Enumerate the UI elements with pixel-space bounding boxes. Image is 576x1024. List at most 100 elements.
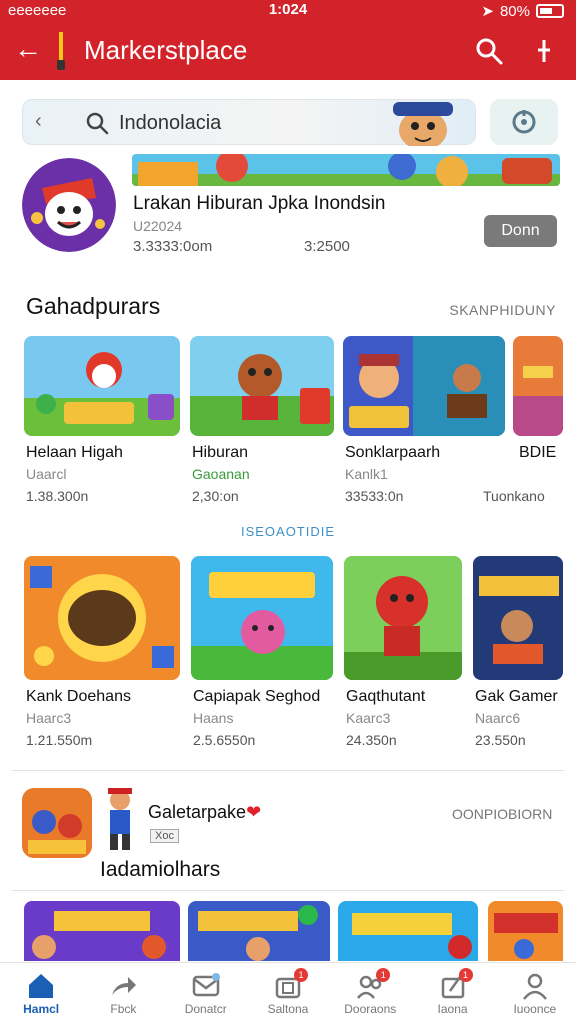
featured-banner[interactable] <box>132 154 560 186</box>
app-thumbnail <box>24 336 180 436</box>
nav-feed[interactable]: Fbck <box>82 963 164 1024</box>
app-thumbnail <box>338 901 478 961</box>
logo-icon <box>57 32 65 70</box>
section-see-all-link[interactable]: SKANPHIDUNY <box>449 302 556 318</box>
app-size: 1.21.550m <box>26 732 93 748</box>
app-category: Kaarc3 <box>346 710 391 726</box>
app-thumbnail <box>190 336 334 436</box>
app-thumbnail <box>191 556 333 680</box>
app-card[interactable] <box>338 901 478 961</box>
app-thumbnail <box>24 901 180 961</box>
app-thumbnail <box>188 901 330 961</box>
app-thumbnail <box>343 336 505 436</box>
location-icon: ➤ <box>481 3 494 20</box>
app-card[interactable] <box>488 901 563 961</box>
app-name: Helaan Higah <box>26 444 123 461</box>
promo-title: Galetarpake❤ <box>148 802 261 823</box>
divider <box>12 890 564 891</box>
settings-icon <box>512 110 536 134</box>
nav-wallet[interactable]: 1 Saltona <box>247 963 329 1024</box>
app-thumbnail <box>344 556 462 680</box>
heart-icon: ❤ <box>246 802 262 822</box>
app-bar: ← Markerstplace <box>0 22 576 80</box>
battery-icon <box>536 4 564 18</box>
promo-title-text: Galetarpake <box>148 802 247 822</box>
search-bar[interactable]: ‹ Indonolacia <box>22 99 476 146</box>
promo-app-icon[interactable] <box>22 788 92 858</box>
featured-app-subtitle: U22024 <box>133 218 183 234</box>
app-size: 23.550n <box>475 732 526 748</box>
app-category: Gaoanan <box>192 466 250 482</box>
app-category: Naarc6 <box>475 710 521 726</box>
mascot-image <box>393 102 453 146</box>
app-name: BDIE <box>519 444 557 461</box>
nav-donate[interactable]: Donatcr <box>165 963 247 1024</box>
nav-profile[interactable]: Iuoonce <box>494 963 576 1024</box>
app-size: 33533:0n <box>345 488 404 504</box>
nav-home[interactable]: Hamcl <box>0 963 82 1024</box>
search-input[interactable]: Indonolacia <box>119 112 221 135</box>
message-icon <box>192 973 220 997</box>
app-name: Hiburan <box>192 444 249 461</box>
app-size: 24.350n <box>346 732 397 748</box>
app-name: Gak Gamer <box>475 688 558 705</box>
featured-app-size: 3:2500 <box>304 238 350 255</box>
app-card[interactable] <box>188 901 330 961</box>
app-thumbnail <box>473 556 563 680</box>
app-card[interactable]: Gaqthutant Kaarc3 24.350n <box>344 556 462 748</box>
chevron-left-icon[interactable]: ‹ <box>35 110 42 133</box>
back-arrow-icon[interactable]: ← <box>14 34 42 64</box>
profile-icon <box>522 973 547 1000</box>
divider <box>12 770 564 771</box>
app-card[interactable]: Sonklarpaarh Kanlk1 33533:0n <box>343 336 505 506</box>
app-category: Haans <box>193 710 234 726</box>
status-bar: eeeeeee 1:024 ➤ 80% <box>0 0 576 22</box>
notification-badge: 1 <box>376 968 391 982</box>
nav-label: Iaona <box>437 1002 468 1016</box>
nav-community[interactable]: 1 Dooraons <box>329 963 411 1024</box>
featured-app-downloads: 3.3333:0om <box>133 238 213 255</box>
nav-label: Fbck <box>110 1002 137 1016</box>
search-icon[interactable] <box>474 36 504 66</box>
app-name: Sonklarpaarh <box>345 444 441 461</box>
nav-label: Hamcl <box>23 1002 60 1016</box>
app-size: Tuonkano <box>483 488 545 504</box>
nav-edit[interactable]: 1 Iaona <box>411 963 493 1024</box>
section-title: Gahadpurars <box>26 293 161 319</box>
more-options-icon[interactable] <box>534 36 554 66</box>
app-card[interactable]: Kank Doehans Haarc3 1.21.550m <box>24 556 180 748</box>
nav-label: Iuoonce <box>513 1002 557 1016</box>
app-name: Capiapak Seghod <box>193 688 321 705</box>
app-name: Gaqthutant <box>346 688 426 705</box>
search-icon <box>86 112 109 135</box>
promo-badge: Xoc <box>150 829 179 843</box>
app-size: 2,30:on <box>192 488 239 504</box>
notification-badge: 1 <box>458 968 473 982</box>
app-card[interactable] <box>24 901 180 961</box>
battery-percent: 80% <box>499 2 530 20</box>
promo-see-all-link[interactable]: OONPIOBIORN <box>452 806 552 822</box>
app-category: Kanlk1 <box>345 466 388 482</box>
share-arrow-icon <box>112 977 137 995</box>
nav-label: Dooraons <box>344 1002 397 1016</box>
app-card[interactable]: BDIE Tuonkano <box>483 336 563 506</box>
page-title: Markerstplace <box>84 35 248 65</box>
app-category: Haarc3 <box>26 710 72 726</box>
app-card[interactable]: Capiapak Seghod Haans 2.5.6550n <box>191 556 333 748</box>
app-name: Kank Doehans <box>26 688 131 705</box>
featured-app-icon[interactable] <box>22 158 116 252</box>
app-card[interactable]: Gak Gamer Naarc6 23.550n <box>473 556 563 748</box>
filter-button[interactable] <box>490 99 558 145</box>
app-card[interactable]: Helaan Higah Uaarcl 1.38.300n <box>24 336 180 506</box>
nav-label: Donatcr <box>184 1002 227 1016</box>
app-size: 1.38.300n <box>26 488 89 504</box>
promo-character-image <box>108 788 132 850</box>
notification-badge: 1 <box>293 968 308 982</box>
app-size: 2.5.6550n <box>193 732 256 748</box>
featured-app-title[interactable]: Lrakan Hiburan Jpka Inondsin <box>133 193 385 215</box>
featured-action-button[interactable]: Donn <box>484 215 557 247</box>
home-icon <box>29 974 54 998</box>
app-card[interactable]: Hiburan Gaoanan 2,30:on <box>190 336 334 506</box>
app-thumbnail <box>24 556 180 680</box>
nav-label: Saltona <box>267 1002 309 1016</box>
